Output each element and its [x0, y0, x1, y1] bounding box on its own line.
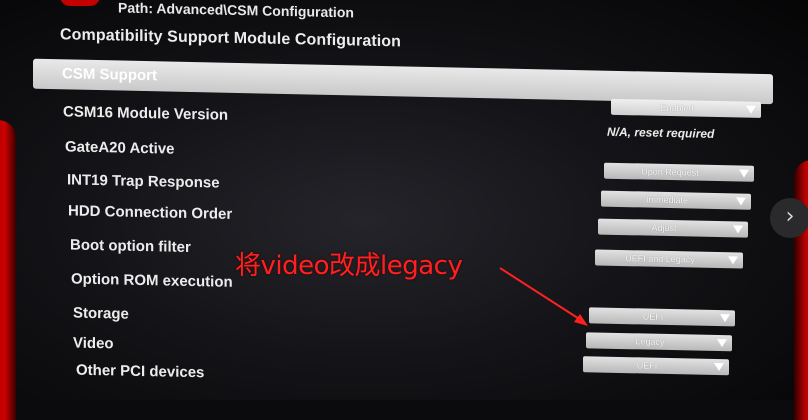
annotation-arrow-icon — [499, 267, 588, 326]
next-page-button[interactable]: › — [770, 198, 808, 238]
